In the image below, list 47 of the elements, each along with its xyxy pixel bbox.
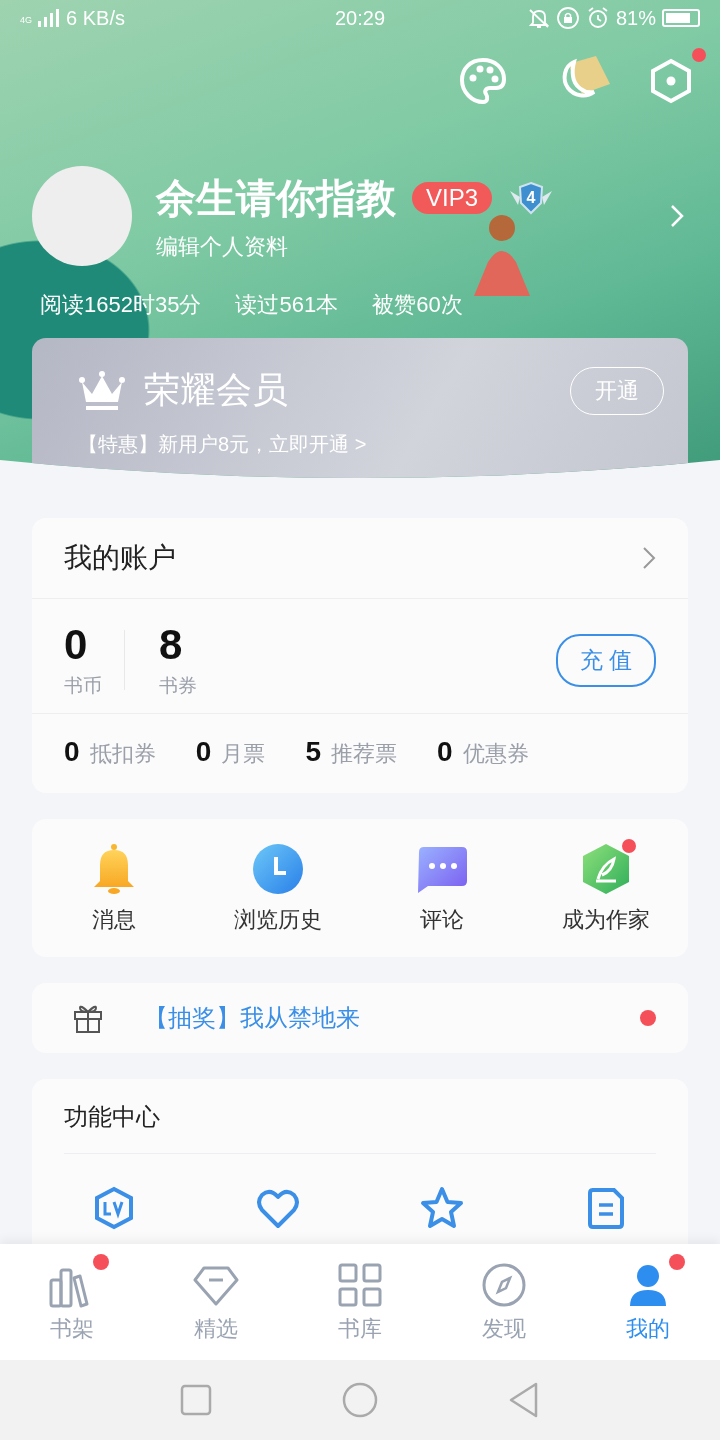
edit-profile-link[interactable]: 编辑个人资料: [156, 231, 646, 262]
shortcut-label[interactable]: 浏览历史: [234, 905, 322, 935]
palette-icon[interactable]: [458, 56, 508, 106]
chevron-right-icon[interactable]: [642, 546, 656, 570]
vip-badge: VIP3: [412, 182, 493, 214]
user-name: 余生请你指教: [156, 174, 396, 222]
balance-label: 书券: [159, 674, 198, 698]
nav-tab[interactable]: 我的: [576, 1244, 720, 1360]
account-title[interactable]: 我的账户: [64, 539, 642, 577]
ticket-count: 5 推荐票: [305, 736, 398, 769]
nav-tab[interactable]: 精选: [144, 1244, 288, 1360]
lottery-title: 【抽奖】我从禁地来: [144, 1003, 361, 1033]
network-type: 4G: [20, 14, 32, 25]
square-icon[interactable]: [180, 1384, 212, 1416]
balance-value: 0: [64, 621, 89, 669]
reading-stat: 被赞60次: [372, 291, 463, 319]
battery-percent: 81%: [615, 6, 656, 30]
balance-label: 书币: [64, 674, 103, 698]
lottery-banner[interactable]: 【抽奖】我从禁地来: [32, 983, 688, 1053]
clock-time: 20:29: [334, 6, 386, 30]
clock-icon[interactable]: [252, 843, 304, 895]
shortcut-label[interactable]: 评论: [420, 905, 464, 935]
star-icon[interactable]: [420, 1186, 464, 1230]
section-title: 功能中心: [63, 1102, 161, 1132]
back-icon[interactable]: [508, 1382, 540, 1418]
ticket-count: 0 月票: [195, 736, 266, 769]
crown-icon: [78, 369, 126, 412]
pen-icon[interactable]: [580, 843, 632, 895]
signal-icon: [38, 9, 60, 27]
recharge-button[interactable]: 充 值: [555, 633, 656, 687]
shortcut-label[interactable]: 成为作家: [562, 905, 650, 935]
battery-icon: [662, 9, 700, 27]
circle-icon[interactable]: [342, 1382, 378, 1418]
reading-stat: 读过561本: [235, 291, 339, 319]
rotation-lock-icon: [555, 6, 580, 30]
balance-value: 8: [159, 621, 184, 669]
shortcut-label[interactable]: 消息: [92, 905, 136, 935]
level-icon[interactable]: [92, 1186, 136, 1230]
nav-tab[interactable]: 发现: [432, 1244, 576, 1360]
membership-title: 荣耀会员: [144, 368, 289, 412]
ticket-count: 0 优惠券: [437, 736, 529, 769]
nav-tab[interactable]: 书库: [288, 1244, 432, 1360]
reading-stat: 阅读1652时35分: [40, 291, 202, 319]
nav-tab[interactable]: 书架: [0, 1244, 144, 1360]
ticket-count: 0 抵扣券: [64, 736, 156, 769]
network-speed: 6 KB/s: [66, 6, 125, 30]
bell-off-icon: [527, 7, 550, 29]
